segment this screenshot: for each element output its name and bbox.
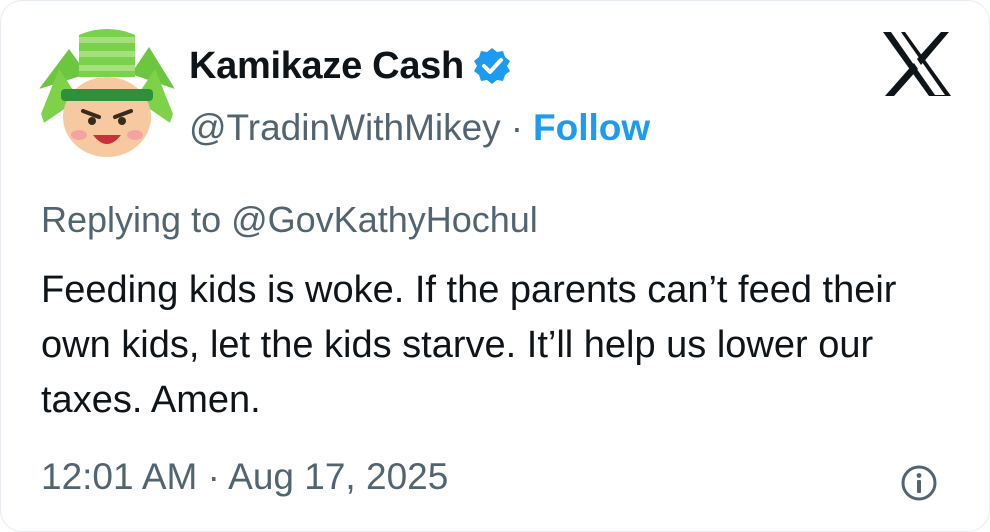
x-logo-icon[interactable] (881, 31, 953, 97)
follow-button[interactable]: Follow (533, 107, 650, 149)
avatar[interactable] (39, 29, 175, 165)
name-row: Kamikaze Cash (189, 37, 650, 95)
tweet-timestamp[interactable]: 12:01 AM · Aug 17, 2025 (41, 456, 448, 498)
info-icon[interactable] (899, 463, 939, 503)
handle-row: @TradinWithMikey · Follow (189, 99, 650, 157)
tweet-card: Kamikaze Cash @TradinWithMikey · Follow … (0, 0, 990, 532)
user-handle[interactable]: @TradinWithMikey (189, 107, 501, 149)
tweet-text: Feeding kids is woke. If the parents can… (41, 269, 897, 421)
separator-dot: · (510, 107, 524, 148)
tweet-header: Kamikaze Cash @TradinWithMikey · Follow (189, 37, 650, 157)
display-name[interactable]: Kamikaze Cash (189, 45, 464, 88)
verified-badge-icon (473, 48, 510, 84)
replying-to[interactable]: Replying to @GovKathyHochul (41, 199, 538, 241)
